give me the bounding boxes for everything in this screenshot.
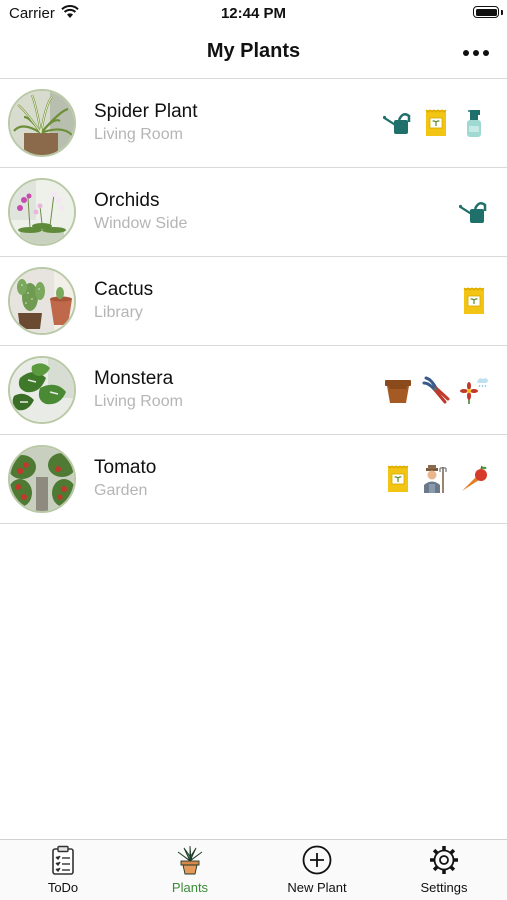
more-dot (473, 50, 479, 56)
gardener-icon (424, 465, 447, 493)
plant-row-spider-plant[interactable]: Spider Plant Living Room (0, 79, 507, 168)
tab-bar: ToDo Plants New Plant Settings (0, 839, 507, 900)
seed-packet-icon (463, 287, 485, 314)
plant-photo-spider-plant (8, 89, 76, 157)
plant-location: Library (94, 304, 143, 321)
plant-location: Garden (94, 482, 148, 499)
care-icons (383, 463, 489, 495)
plant-row-cactus[interactable]: Cactus Library (0, 257, 507, 346)
plant-location: Living Room (94, 393, 183, 410)
plant-photo-cactus (8, 267, 76, 335)
plant-location: Living Room (94, 126, 183, 143)
care-icons (383, 374, 489, 406)
harvest-icon (462, 465, 487, 491)
gear-icon (430, 846, 458, 874)
plant-row-monstera[interactable]: Monstera Living Room (0, 346, 507, 435)
flower-weather-icon (460, 378, 488, 404)
plus-circle-icon (302, 845, 332, 875)
plant-name: Cactus (94, 279, 154, 300)
plant-row-tomato[interactable]: Tomato Garden (0, 435, 507, 524)
plant-name: Orchids (94, 190, 160, 211)
battery-tip (501, 10, 503, 15)
seed-packet-icon (387, 465, 409, 492)
more-dot (463, 50, 469, 56)
navigation-bar: My Plants (0, 28, 507, 79)
tab-new-plant[interactable]: New Plant (254, 840, 380, 900)
tab-label: Settings (420, 880, 468, 895)
more-dot (483, 50, 489, 56)
plant-row-orchids[interactable]: Orchids Window Side (0, 168, 507, 257)
status-time: 12:44 PM (220, 5, 287, 22)
spray-bottle-icon (467, 110, 481, 137)
tab-label: Plants (171, 880, 209, 895)
status-bar: Carrier 12:44 PM (0, 0, 507, 28)
plant-name: Tomato (94, 457, 157, 478)
plant-list: Spider Plant Living Room Orchids Window … (0, 79, 507, 524)
pruning-shears-icon (422, 376, 450, 404)
watering-can-icon (383, 112, 411, 134)
tab-settings[interactable]: Settings (381, 840, 507, 900)
plant-photo-orchids (8, 178, 76, 246)
more-options-button[interactable] (463, 47, 489, 59)
tab-todo[interactable]: ToDo (0, 840, 126, 900)
plant-photo-monstera (8, 356, 76, 424)
plant-name: Spider Plant (94, 101, 198, 122)
page-title: My Plants (206, 40, 301, 62)
flower-pot-icon (385, 380, 411, 403)
care-icons (383, 107, 489, 139)
watering-can-icon (459, 201, 487, 223)
care-icons (459, 196, 489, 228)
battery-icon (473, 6, 499, 18)
potted-plant-icon (177, 845, 203, 875)
care-icons (459, 285, 489, 317)
tab-label: New Plant (287, 880, 347, 895)
plant-location: Window Side (94, 215, 188, 232)
clipboard-icon (52, 845, 74, 875)
plant-name: Monstera (94, 368, 174, 389)
plant-photo-tomato (8, 445, 76, 513)
seed-packet-icon (425, 109, 447, 136)
tab-plants[interactable]: Plants (127, 840, 253, 900)
tab-label: ToDo (47, 880, 79, 895)
